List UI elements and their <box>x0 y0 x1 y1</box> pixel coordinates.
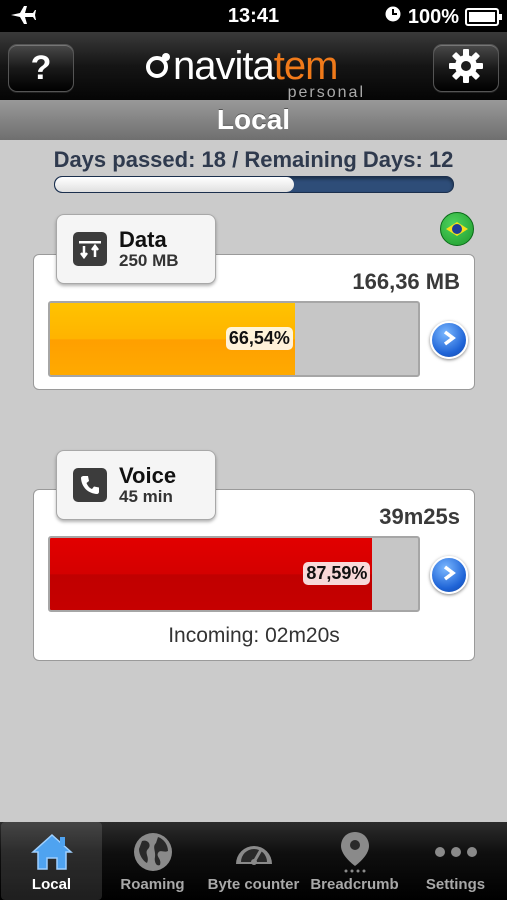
voice-usage-percent: 87,59% <box>303 562 371 585</box>
logo-mark-icon <box>145 50 173 88</box>
tab-label: Roaming <box>120 876 185 893</box>
chevron-right-icon <box>442 564 456 587</box>
days-progress-fill <box>55 177 294 192</box>
tab-label: Breadcrumb <box>310 876 399 893</box>
globe-icon <box>102 830 203 874</box>
days-progress-bar <box>54 176 454 193</box>
logo-accent-text: tem <box>273 44 339 88</box>
voice-used-amount: 39m25s <box>379 504 460 529</box>
days-summary: Days passed: 18 / Remaining Days: 12 <box>53 147 454 172</box>
help-button[interactable]: ? <box>8 44 74 92</box>
tab-settings[interactable]: Settings <box>405 822 506 900</box>
tab-byte-counter[interactable]: Byte counter <box>203 822 304 900</box>
voice-label: Voice <box>119 463 177 488</box>
data-used-amount: 166,36 MB <box>352 269 460 294</box>
tab-label: Settings <box>425 876 486 893</box>
phone-icon <box>73 468 107 502</box>
gear-icon <box>447 47 485 90</box>
map-pin-icon <box>304 830 405 874</box>
home-icon <box>1 830 102 874</box>
tab-label: Local <box>31 876 72 893</box>
transfer-icon <box>73 232 107 266</box>
battery-percent: 100% <box>407 5 459 28</box>
logo-main-text: navita <box>173 44 275 88</box>
data-quota: 250 MB <box>119 251 179 270</box>
data-usage-percent: 66,54% <box>225 327 293 350</box>
tab-bar: Local Roaming Byte counter Breadcrumb Se… <box>0 822 507 900</box>
voice-label-tab: Voice 45 min <box>56 450 216 520</box>
clock-icon <box>384 5 402 29</box>
status-bar: 13:41 100% <box>0 0 507 32</box>
page-title: Local <box>0 100 507 140</box>
data-details-button[interactable] <box>430 321 468 359</box>
settings-button[interactable] <box>433 44 499 92</box>
chevron-right-icon <box>442 329 456 352</box>
data-label: Data <box>119 227 167 252</box>
voice-incoming: Incoming: 02m20s <box>168 624 340 647</box>
tab-local[interactable]: Local <box>1 822 102 900</box>
data-label-tab: Data 250 MB <box>56 214 216 284</box>
brazil-flag-icon <box>440 212 474 246</box>
speedometer-icon <box>203 830 304 874</box>
tab-roaming[interactable]: Roaming <box>102 822 203 900</box>
tab-label: Byte counter <box>207 876 300 893</box>
voice-quota: 45 min <box>119 487 173 506</box>
data-usage-bar: 66,54% <box>48 301 420 377</box>
voice-details-button[interactable] <box>430 556 468 594</box>
tab-breadcrumb[interactable]: Breadcrumb <box>304 822 405 900</box>
voice-usage-bar: 87,59% <box>48 536 420 612</box>
navitatem-logo: navitatem personal <box>145 42 365 102</box>
more-icon <box>405 830 506 874</box>
battery-icon <box>465 8 502 26</box>
